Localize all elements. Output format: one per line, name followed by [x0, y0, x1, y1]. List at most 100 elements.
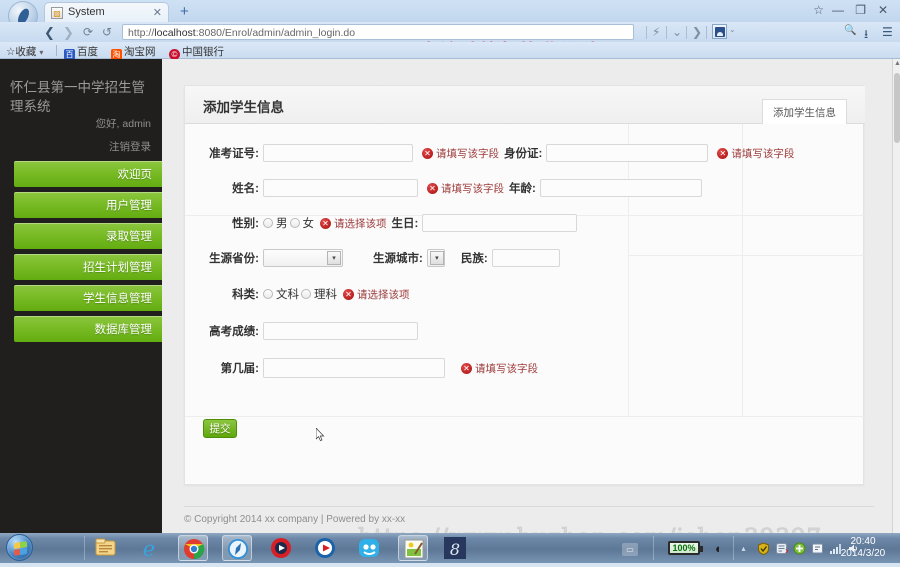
show-hidden-icons-arrow[interactable]: ▴ [737, 542, 750, 555]
nation-label: 民族: [460, 253, 488, 265]
forward-icon[interactable]: ❯ [63, 25, 74, 41]
url-scheme: http:// [128, 26, 155, 39]
battery-indicator[interactable]: 100% [668, 541, 703, 555]
birthday-input[interactable] [422, 214, 578, 232]
antivirus-icon[interactable]: ✕ [775, 542, 791, 556]
sidebar-item-database-management[interactable]: 数据库管理 [14, 316, 162, 342]
tab-add-student-info[interactable]: 添加学生信息 [762, 99, 847, 124]
bookmark-taobao[interactable]: 淘淘宝网 [111, 44, 156, 60]
window-favorite-icon[interactable]: ☆ [813, 3, 824, 17]
bookmark-boc[interactable]: © 中国银行 [169, 44, 224, 60]
sidebar-item-label: 招生计划管理 [83, 262, 152, 274]
scrollbar-thumb[interactable] [894, 73, 900, 143]
age-label: 年龄: [509, 183, 536, 195]
show-desktop-icon[interactable]: ▭ [622, 543, 638, 556]
profile-picture-icon[interactable] [712, 24, 727, 39]
profile-caret-icon[interactable]: ⌄ [729, 25, 736, 34]
sidebar-item-welcome[interactable]: 欢迎页 [14, 161, 162, 187]
sidebar-item-enrollment-plan[interactable]: 招生计划管理 [14, 254, 162, 280]
taskbar-app-compass-browser[interactable] [222, 535, 252, 561]
svg-text:✕: ✕ [785, 547, 789, 555]
province-label: 生源省份: [209, 253, 259, 265]
page-viewport: 怀仁县第一中学招生管理系统 您好, admin 注销登录 欢迎页 用户管理 录取… [0, 59, 892, 533]
window-minimize-icon[interactable]: — [832, 3, 844, 17]
name-input[interactable] [263, 179, 418, 197]
taskbar-app-qq-player[interactable] [266, 535, 296, 561]
content-area: 添加学生信息 添加学生信息 准考证号: ✕ 请填写该字段 身份证: ✕ 请填写该… [162, 59, 892, 533]
update-icon[interactable] [793, 542, 806, 555]
reload-icon[interactable]: ⟳ [83, 25, 93, 39]
taskbar-clock[interactable]: 20:40 2014/3/20 [834, 536, 892, 560]
tab-close-icon[interactable]: ✕ [153, 6, 162, 19]
search-icon[interactable]: 🔍 [844, 25, 856, 36]
subject-science-label: 理科 [314, 289, 337, 301]
start-button[interactable] [6, 534, 33, 561]
chevron-down-icon: ▾ [327, 251, 341, 265]
gender-male-label: 男 [276, 218, 288, 230]
sidebar-item-student-info[interactable]: 学生信息管理 [14, 285, 162, 311]
subject-error: 请选择该项 [357, 288, 410, 301]
page-scrollbar[interactable]: ▲ [892, 59, 900, 533]
error-icon: ✕ [427, 182, 438, 194]
input-method-icon[interactable] [811, 542, 824, 555]
id-card-label: 身份证: [504, 148, 543, 160]
exam-no-input[interactable] [263, 144, 413, 162]
sidebar-item-label: 学生信息管理 [83, 293, 152, 305]
bookmark-favorites[interactable]: ☆收藏 ▾ [6, 44, 43, 59]
power-plug-icon[interactable]: ◖ [711, 542, 724, 555]
bookmark-baidu[interactable]: 百百度 [64, 44, 98, 60]
lightning-icon[interactable]: ⚡ [652, 25, 660, 39]
back-icon[interactable]: ❮ [44, 25, 55, 41]
browser-tab-system[interactable]: ▨ System ✕ [44, 2, 169, 22]
footer-copyright: © Copyright 2014 xx company | Powered by… [184, 514, 406, 525]
gender-female-radio[interactable] [289, 218, 300, 228]
gender-error: 请选择该项 [334, 217, 387, 230]
logout-link[interactable]: 注销登录 [109, 139, 151, 154]
form-row-subject: 科类: 文科 理科 ✕ 请选择该项 [185, 286, 865, 304]
id-card-input[interactable] [546, 144, 709, 162]
site-watermark: https://www.huzhan.com/ishop39397 [357, 525, 822, 534]
scroll-up-icon[interactable]: ▲ [894, 60, 900, 67]
menu-icon[interactable]: ☰ [882, 25, 893, 39]
new-tab-button[interactable]: + [180, 3, 189, 20]
taskbar-app-qq[interactable] [354, 535, 384, 561]
sidebar: 怀仁县第一中学招生管理系统 您好, admin 注销登录 欢迎页 用户管理 录取… [0, 59, 162, 533]
sidebar-item-label: 用户管理 [106, 200, 152, 212]
gender-male-radio[interactable] [263, 218, 273, 228]
form-row-gender-birthday: 性别: 男 女 ✕ 请选择该项 生日: [185, 214, 865, 232]
bookmark-label: 淘宝网 [124, 46, 156, 58]
chevron-down-icon[interactable]: ⌄ [672, 25, 682, 39]
submit-button[interactable]: 提交 [203, 419, 237, 438]
window-close-icon[interactable]: ✕ [878, 3, 888, 17]
nation-input[interactable] [491, 249, 560, 267]
mouse-cursor [316, 428, 325, 442]
chevron-down-icon: ▾ [429, 251, 444, 265]
taskbar-app-internet-explorer[interactable]: e [134, 535, 164, 561]
sidebar-item-user-management[interactable]: 用户管理 [14, 192, 162, 218]
subject-arts-radio[interactable] [263, 289, 273, 299]
age-input[interactable] [539, 179, 702, 197]
province-select[interactable]: ▾ [263, 249, 343, 267]
exam-no-error: 请填写该字段 [436, 147, 499, 160]
favorites-label: ☆收藏 [6, 46, 37, 58]
chevron-right-icon[interactable]: ❯ [692, 25, 702, 39]
sidebar-item-admission-management[interactable]: 录取管理 [14, 223, 162, 249]
score-input[interactable] [263, 322, 418, 340]
svg-text:e: e [143, 537, 155, 561]
window-maximize-icon[interactable]: ❐ [855, 3, 866, 17]
system-title: 怀仁县第一中学招生管理系统 [10, 80, 145, 114]
taskbar-app-paint[interactable] [398, 535, 428, 561]
user-greeting: 您好, admin [95, 118, 151, 130]
home-icon[interactable]: ↺ [102, 25, 112, 39]
taskbar-app-blue-app[interactable]: 8 [440, 535, 470, 561]
taskbar-app-explorer[interactable] [90, 535, 120, 561]
taskbar-app-chrome[interactable] [178, 535, 208, 561]
taskbar-app-media-player[interactable] [310, 535, 340, 561]
subject-label: 科类: [232, 289, 259, 301]
session-label: 第几届: [220, 363, 259, 375]
session-input[interactable] [263, 358, 445, 378]
city-select[interactable]: ▾ [426, 249, 445, 267]
shield-icon[interactable] [757, 542, 770, 556]
panel-header: 添加学生信息 添加学生信息 [185, 86, 865, 124]
subject-science-radio[interactable] [301, 289, 311, 299]
